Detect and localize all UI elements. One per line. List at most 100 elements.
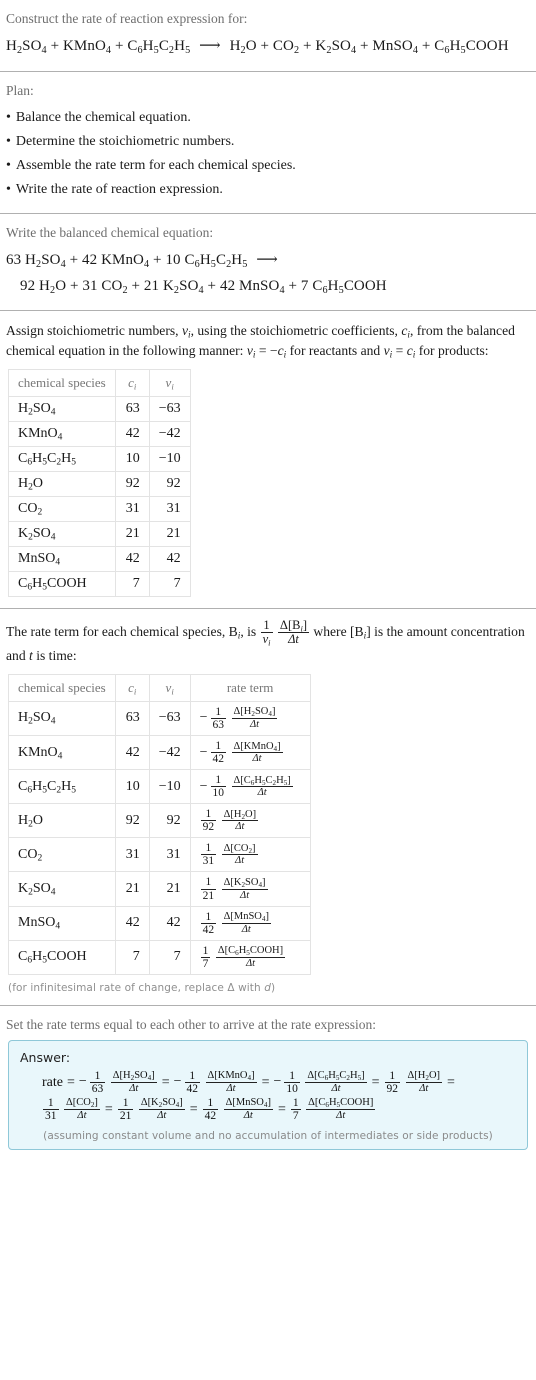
cell-ci: 92 bbox=[114, 470, 150, 497]
fraction-denominator: 31 bbox=[202, 855, 215, 868]
cell-rate-term: 1 31 Δ[CO2] Δt bbox=[189, 837, 311, 873]
fraction-numerator: Δ[H2O] bbox=[221, 808, 259, 822]
cell-vi: 7 bbox=[148, 570, 191, 597]
fraction: 17 bbox=[290, 1097, 301, 1122]
fraction-denominator: Δt bbox=[129, 1082, 139, 1094]
cell-vi: 92 bbox=[148, 803, 191, 839]
cell-ci: 31 bbox=[114, 837, 150, 873]
reaction-text: H2SO4 + KMnO4 + C6H5C2H5 ⟶ H2O + CO2 + K… bbox=[6, 38, 509, 57]
fraction: Δ[KMnO4] Δt bbox=[205, 1070, 257, 1094]
rate-term: −1 63 Δ[H2SO4] Δt bbox=[200, 706, 279, 731]
fraction-denominator: Δt bbox=[245, 957, 256, 969]
fraction: 1 10 bbox=[210, 774, 227, 799]
fraction: 1 42 bbox=[200, 911, 217, 936]
stoichiometric-section: Assign stoichiometric numbers, νi, using… bbox=[0, 321, 536, 597]
fraction-numerator: Δ[C6H5COOH] bbox=[306, 1097, 376, 1110]
fraction-numerator: 1 bbox=[200, 876, 217, 890]
fraction-numerator: Δ[C6H5COOH] bbox=[215, 945, 286, 958]
equals-sign: = bbox=[277, 1101, 286, 1117]
negative-sign: − bbox=[78, 1074, 87, 1090]
cell-species: C6H5COOH bbox=[8, 939, 116, 975]
fraction: 17 bbox=[200, 945, 211, 970]
plan-step: Assemble the rate term for each chemical… bbox=[6, 154, 530, 178]
fraction: Δ[Bi] Δt bbox=[277, 618, 310, 646]
fraction-numerator: 1 bbox=[210, 774, 227, 788]
rate-term: −1 63 Δ[H2SO4] Δt bbox=[79, 1069, 158, 1096]
plan-section: Plan: Balance the chemical equation. Det… bbox=[0, 82, 536, 203]
fraction-denominator: 63 bbox=[212, 718, 225, 731]
cell-species: C6H5C2H5 bbox=[8, 445, 116, 472]
fraction-denominator: 92 bbox=[386, 1082, 399, 1095]
plan-steps: Balance the chemical equation. Determine… bbox=[6, 106, 530, 202]
table-row: C6H5C2H5 10 −10−1 10 Δ[C6H5C2H5] Δt bbox=[8, 769, 311, 805]
fraction-denominator: 42 bbox=[204, 1109, 217, 1122]
fraction-numerator: Δ[MnSO4] bbox=[221, 911, 271, 924]
col-header-ci: ci bbox=[114, 368, 150, 397]
divider bbox=[0, 1004, 536, 1006]
fraction-denominator: Δt bbox=[336, 1109, 346, 1121]
cell-species: C6H5C2H5 bbox=[8, 769, 116, 805]
fraction-numerator: Δ[C6H5C2H5] bbox=[231, 774, 293, 788]
fraction: 1 21 bbox=[200, 876, 217, 902]
cell-species: CO2 bbox=[8, 837, 116, 873]
cell-rate-term: 1 21 Δ[K2SO4] Δt bbox=[189, 871, 311, 907]
fraction-denominator: 7 bbox=[202, 957, 209, 970]
cell-ci: 42 bbox=[114, 420, 150, 447]
cell-vi: −42 bbox=[148, 420, 191, 447]
fraction: 1 42 bbox=[184, 1070, 201, 1095]
divider bbox=[0, 213, 536, 215]
cell-species: C6H5COOH bbox=[8, 570, 116, 597]
table-row: K2SO4 21 21 1 21 Δ[K2SO4] Δt bbox=[8, 871, 311, 907]
rate-term: −1 10 Δ[C6H5C2H5] Δt bbox=[274, 1069, 368, 1096]
fraction-numerator: 1 bbox=[210, 706, 227, 719]
cell-vi: −63 bbox=[148, 395, 191, 422]
rate-term-section: The rate term for each chemical species,… bbox=[0, 618, 536, 994]
cell-rate-term: 1 42 Δ[MnSO4] Δt bbox=[189, 905, 311, 941]
equals-sign: = bbox=[371, 1074, 380, 1090]
balanced-prompt: Write the balanced chemical equation: bbox=[6, 225, 214, 241]
col-header-vi: νi bbox=[148, 673, 191, 702]
cell-ci: 21 bbox=[114, 871, 150, 907]
answer-box: Answer: rate = −1 63 Δ[H2SO4] Δt = −1 42 Δ[KMnO… bbox=[8, 1040, 528, 1150]
negative-sign: − bbox=[173, 1074, 182, 1090]
final-prompt: Set the rate terms equal to each other t… bbox=[6, 1016, 376, 1032]
fraction: 1 10 bbox=[284, 1070, 300, 1095]
cell-vi: 31 bbox=[148, 837, 191, 873]
cell-species: MnSO4 bbox=[8, 905, 116, 941]
fraction-denominator: Δt bbox=[235, 821, 245, 833]
fraction-denominator: Δt bbox=[226, 1082, 236, 1094]
fraction-denominator: Δt bbox=[240, 889, 250, 901]
cell-ci: 63 bbox=[114, 700, 150, 736]
fraction: 1 31 bbox=[200, 842, 217, 868]
rate-term: −1 10 Δ[C6H5C2H5] Δt bbox=[200, 774, 294, 799]
fraction: Δ[C6H5C2H5] Δt bbox=[305, 1070, 367, 1094]
fraction: Δ[MnSO4] Δt bbox=[221, 911, 271, 935]
col-header-ci: ci bbox=[114, 673, 150, 702]
stoichiometric-table-body: H2SO4 63 −63 KMnO4 42 −42 C6H5C2H5 10 −10 H2O 92 92… bbox=[8, 395, 191, 597]
fraction-numerator: 1 bbox=[384, 1070, 401, 1083]
equals-sign: = bbox=[104, 1101, 113, 1117]
cell-species: K2SO4 bbox=[8, 871, 116, 907]
table-row: KMnO4 42 −42−1 42 Δ[KMnO4] Δt bbox=[8, 734, 311, 771]
cell-species: H2O bbox=[8, 803, 116, 839]
table-row: H2SO4 63 −63 bbox=[8, 395, 191, 422]
cell-vi: −10 bbox=[148, 445, 191, 472]
fraction-denominator: 42 bbox=[186, 1082, 199, 1095]
cell-rate-term: 1 92 Δ[H2O] Δt bbox=[189, 803, 311, 839]
cell-species: H2SO4 bbox=[8, 395, 116, 422]
fraction-numerator: Δ[MnSO4] bbox=[223, 1097, 273, 1110]
final-answer-section: Set the rate terms equal to each other t… bbox=[0, 1016, 536, 1150]
rate-term: −1 42 Δ[KMnO4] Δt bbox=[200, 740, 284, 765]
plan-step: Balance the chemical equation. bbox=[6, 106, 530, 130]
fraction-denominator: 21 bbox=[202, 889, 215, 902]
fraction: Δ[C6H5COOH] Δt bbox=[215, 945, 286, 969]
balanced-line-products: 92 H2O + 31 CO2 + 21 K2SO4 + 42 MnSO4 + … bbox=[20, 277, 387, 296]
cell-ci: 7 bbox=[114, 570, 150, 597]
cell-vi: 42 bbox=[148, 545, 191, 572]
negative-sign: − bbox=[199, 710, 208, 726]
rate-term: 17 Δ[C6H5COOH] Δt bbox=[200, 945, 286, 970]
fraction: 1 21 bbox=[117, 1097, 134, 1122]
cell-species: MnSO4 bbox=[8, 545, 116, 572]
negative-sign: − bbox=[199, 778, 208, 794]
stoichiometric-table: chemical species ci νi H2SO4 63 −63 KMnO4 42… bbox=[8, 368, 191, 597]
